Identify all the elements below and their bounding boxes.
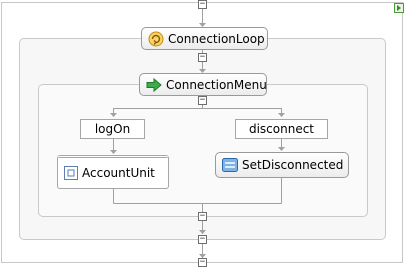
collapse-toggle-menu[interactable]: − (198, 96, 207, 105)
branch-label-logon-text: logOn (94, 122, 131, 136)
assign-icon (222, 158, 238, 172)
unit-icon (64, 166, 78, 180)
connection-loop-label: ConnectionLoop (168, 31, 265, 46)
collapse-toggle-top[interactable]: − (198, 0, 207, 9)
branch-label-disconnect[interactable]: disconnect (235, 119, 328, 139)
collapse-toggle-loop-end[interactable]: − (198, 235, 207, 244)
arrow-right-icon (146, 77, 162, 93)
connection-loop-node[interactable]: ConnectionLoop (141, 27, 268, 50)
account-unit-node[interactable]: AccountUnit (57, 155, 169, 189)
set-disconnected-node[interactable]: SetDisconnected (215, 152, 349, 178)
branch-label-logon[interactable]: logOn (80, 119, 145, 139)
collapse-toggle-loop[interactable]: − (198, 53, 207, 62)
connection-menu-label: ConnectionMenu (166, 77, 267, 92)
set-disconnected-label: SetDisconnected (242, 158, 344, 172)
branch-label-disconnect-text: disconnect (248, 122, 315, 136)
collapse-toggle-menu-end[interactable]: − (198, 212, 207, 221)
collapse-toggle-bottom[interactable]: − (198, 258, 207, 267)
connection-menu-node[interactable]: ConnectionMenu (139, 73, 267, 96)
account-unit-label: AccountUnit (82, 166, 155, 180)
loop-icon (148, 31, 164, 47)
